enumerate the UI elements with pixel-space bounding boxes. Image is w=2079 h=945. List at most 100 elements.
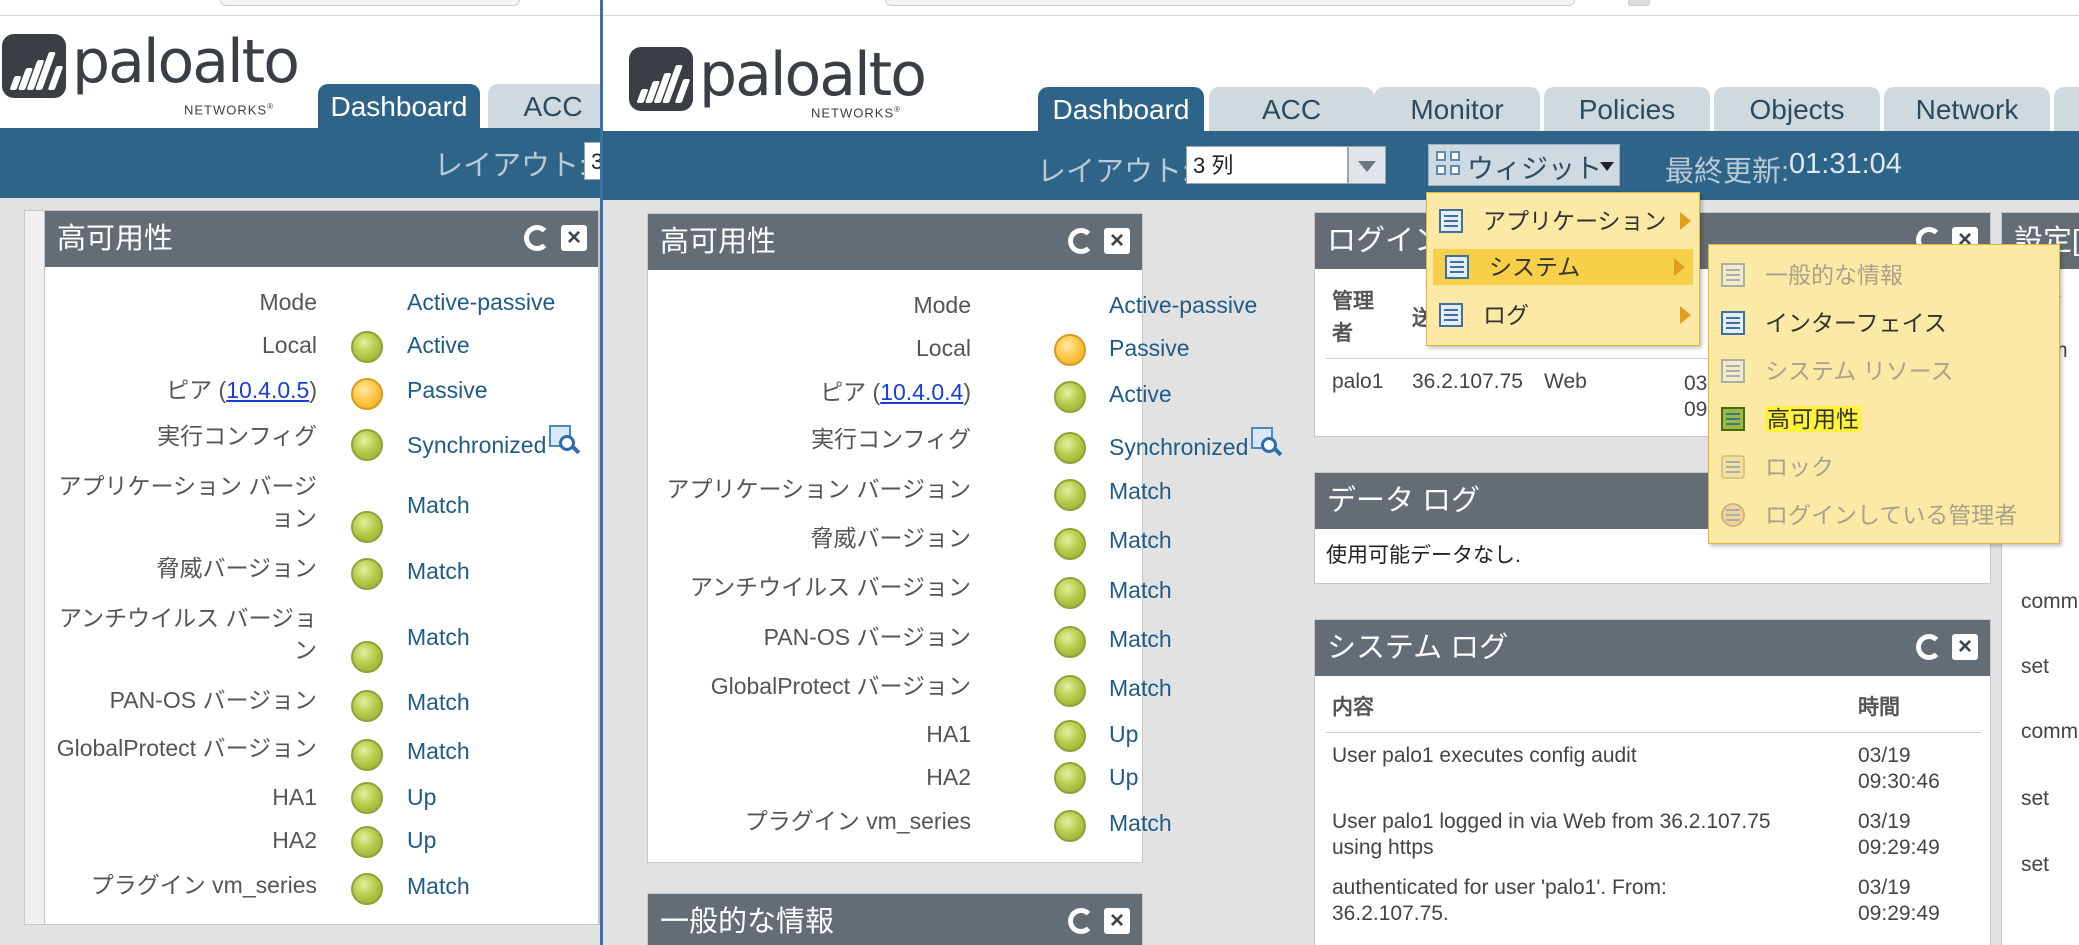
syslog-row-text: User palo1 logged in via Web from 36.2.1…: [1332, 810, 1771, 833]
ha-value-plugin: Match: [407, 873, 470, 899]
layout-select[interactable]: 3 列: [1186, 146, 1348, 184]
ha-value-app-version: Match: [407, 492, 470, 518]
ha-label-local: Local: [916, 335, 971, 361]
status-green-icon: [1054, 479, 1086, 511]
address-bar[interactable]: [885, 0, 1575, 6]
ha-panel-title: 高可用性: [45, 211, 598, 268]
status-green-icon: [351, 558, 383, 590]
ha-panel-body: [44, 267, 599, 925]
logo-subtext: NETWORKS®: [811, 105, 902, 121]
widget-button-label: ウィジット: [1467, 154, 1602, 184]
ha-label-plugin: プラグイン vm_series: [744, 808, 971, 834]
submenu-item-label: 高可用性: [1765, 406, 1861, 432]
browser-toolbar-strip: [0, 0, 600, 16]
menu-item-system[interactable]: システム: [1433, 249, 1693, 285]
system-log-panel-title: システム ログ: [1315, 620, 1990, 676]
ha-label-app-version-2: ョン: [271, 505, 317, 531]
browser-button[interactable]: [1628, 0, 1650, 6]
high-availability-icon: [1721, 407, 1745, 431]
last-update-value: 01:31:04: [1789, 148, 1902, 180]
syslog-row-time: 09:29:49: [1858, 836, 1940, 859]
ha-label-panos-version: PAN-OS バージョン: [109, 687, 317, 713]
submenu-item-system-resources[interactable]: システム リソース: [1709, 353, 2059, 389]
status-green-icon: [1054, 675, 1086, 707]
ha-value-app-version: Match: [1109, 478, 1172, 504]
application-icon: [1439, 209, 1463, 233]
tab-monitor[interactable]: Monitor: [1374, 87, 1540, 131]
ha-label-local: Local: [262, 332, 317, 358]
menu-item-log[interactable]: ログ: [1427, 297, 1699, 333]
general-info-panel: 一般的な情報 ×: [647, 893, 1143, 945]
submenu-arrow-icon: [1680, 306, 1691, 324]
layout-label: レイアウト:: [1037, 156, 1191, 188]
browser-toolbar-strip: [603, 0, 2079, 16]
tab-acc[interactable]: ACC: [488, 84, 600, 128]
ha-label-av-version-2: ン: [294, 637, 317, 663]
settings-partial-text: comm: [2021, 590, 2079, 613]
ha-value-panos-version: Match: [407, 689, 470, 715]
ha-label-ha2: HA2: [926, 764, 971, 790]
submenu-item-interfaces[interactable]: インターフェイス: [1709, 305, 2059, 341]
peer-ip-link[interactable]: 10.4.0.5: [226, 377, 309, 403]
lock-icon: [1721, 455, 1745, 479]
tab-objects[interactable]: Objects: [1714, 87, 1880, 131]
login-col-admin-2: 者: [1332, 322, 1353, 345]
syslog-col-content: 内容: [1332, 696, 1374, 719]
ha-label-threat-version: 脅威バージョン: [810, 525, 971, 551]
menu-item-application[interactable]: アプリケーション: [1427, 203, 1699, 239]
submenu-item-logged-in-admins[interactable]: ログインしている管理者: [1709, 497, 2059, 533]
peer-ip-link[interactable]: 10.4.0.4: [880, 379, 963, 405]
ha-label-app-version: アプリケーション バージョン: [666, 476, 971, 502]
ha-label-peer: ピア (10.4.0.4): [820, 379, 971, 405]
ha-value-threat-version: Match: [407, 558, 470, 584]
close-icon[interactable]: ×: [1952, 634, 1978, 660]
tab-dashboard[interactable]: Dashboard: [1038, 87, 1204, 131]
close-icon[interactable]: ×: [561, 225, 587, 251]
tab-dashboard[interactable]: Dashboard: [318, 84, 480, 128]
status-green-icon: [1054, 577, 1086, 609]
divider: [1326, 732, 1981, 733]
address-bar[interactable]: [220, 0, 520, 6]
login-time-2: 09: [1684, 398, 1708, 421]
widget-grid-icon: [1436, 151, 1462, 177]
status-green-icon: [1054, 810, 1086, 842]
submenu-arrow-icon: [1674, 258, 1685, 276]
status-green-icon: [351, 641, 383, 673]
config-sync-icon[interactable]: [549, 425, 581, 455]
status-green-icon: [351, 873, 383, 905]
ha-value-threat-version: Match: [1109, 527, 1172, 553]
tab-acc[interactable]: ACC: [1209, 87, 1374, 131]
paloalto-logo: paloalto: [629, 40, 927, 111]
tab-network[interactable]: Network: [1884, 87, 2050, 131]
refresh-icon[interactable]: [1068, 228, 1094, 254]
tab-policies[interactable]: Policies: [1544, 87, 1710, 131]
syslog-row-date: 03/19: [1858, 876, 1911, 899]
ha-value-av-version: Match: [407, 624, 470, 650]
ha-label-ha2: HA2: [272, 827, 317, 853]
refresh-icon[interactable]: [524, 225, 550, 251]
tab-device[interactable]: [2054, 87, 2079, 131]
close-icon[interactable]: ×: [1104, 908, 1130, 934]
submenu-item-lock[interactable]: ロック: [1709, 449, 2059, 485]
settings-partial-text: set: [2021, 655, 2050, 678]
submenu-item-high-availability[interactable]: 高可用性: [1709, 401, 2059, 437]
config-sync-icon[interactable]: [1251, 427, 1283, 457]
submenu-item-label: ログインしている管理者: [1765, 502, 2018, 528]
ha-value-ha2: Up: [407, 827, 437, 853]
refresh-icon[interactable]: [1068, 908, 1094, 934]
ha-value-plugin: Match: [1109, 810, 1172, 836]
syslog-row-time: 09:30:46: [1858, 770, 1940, 793]
ha-label-panos-version: PAN-OS バージョン: [763, 624, 971, 650]
ha-label-plugin: プラグイン vm_series: [90, 872, 317, 898]
right-browser-window: paloalto NETWORKS® Dashboard ACC Monitor…: [603, 0, 2079, 945]
layout-select[interactable]: 3: [584, 142, 600, 180]
ha-value-gp-version: Match: [1109, 675, 1172, 701]
submenu-item-general-info[interactable]: 一般的な情報: [1709, 257, 2059, 293]
ha-value-local: Passive: [1109, 335, 1190, 361]
paloalto-logo-mark: [629, 47, 693, 111]
ha-value-running-config: Synchronized: [1109, 434, 1249, 460]
refresh-icon[interactable]: [1916, 634, 1942, 660]
layout-dropdown-button[interactable]: [1348, 146, 1386, 184]
logo-wordmark: paloalto: [699, 40, 927, 110]
close-icon[interactable]: ×: [1104, 228, 1130, 254]
